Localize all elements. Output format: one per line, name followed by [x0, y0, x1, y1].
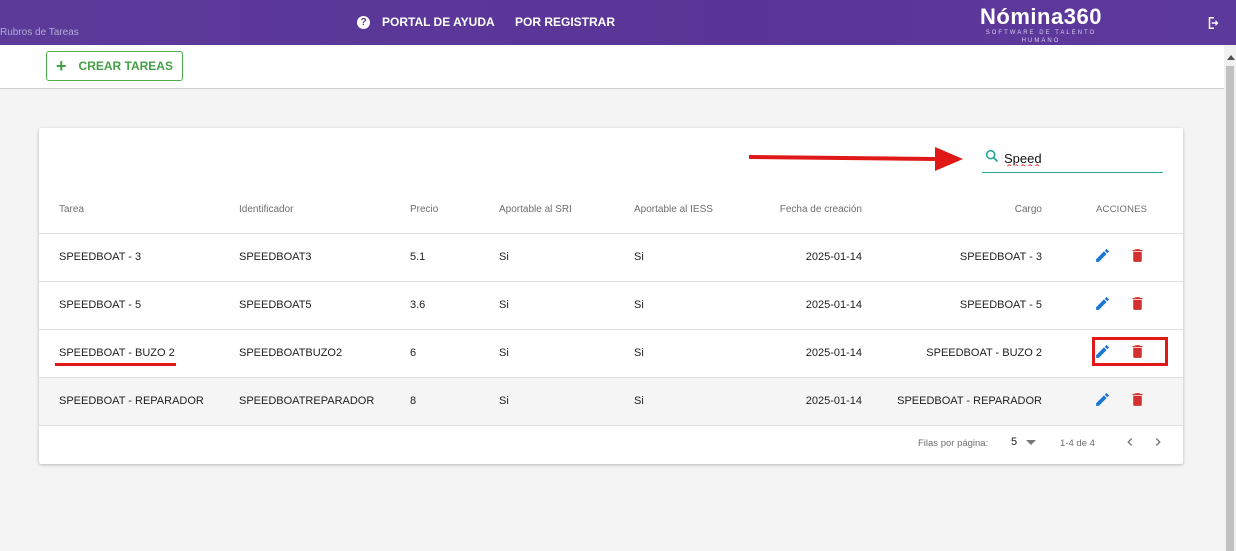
brand-logo: Nómina360 SOFTWARE DE TALENTO HUMANO — [965, 5, 1117, 45]
rows-per-page-value: 5 — [1011, 436, 1018, 448]
cell-acciones — [1042, 233, 1183, 282]
cell-tarea: SPEEDBOAT - REPARADOR — [39, 377, 239, 426]
logout-icon[interactable] — [1205, 14, 1223, 32]
help-circle-icon: ? — [357, 15, 370, 29]
pencil-icon[interactable] — [1094, 391, 1111, 408]
help-portal-label: PORTAL DE AYUDA — [382, 15, 495, 29]
table-row[interactable]: SPEEDBOAT - 5 SPEEDBOAT5 3.6 Si Si 2025-… — [39, 281, 1183, 330]
table-pagination: Filas por página: 5 1-4 de 4 — [39, 426, 1183, 462]
top-navbar: Rubros de Tareas ? PORTAL DE AYUDA POR R… — [0, 0, 1236, 45]
breadcrumb: Rubros de Tareas — [0, 27, 79, 38]
table-row[interactable]: SPEEDBOAT - BUZO 2 SPEEDBOATBUZO2 6 Si S… — [39, 329, 1183, 378]
cell-sri: Si — [499, 281, 634, 330]
cell-sri: Si — [499, 233, 634, 282]
cell-cargo: SPEEDBOAT - BUZO 2 — [862, 329, 1042, 378]
cell-fecha: 2025-01-14 — [750, 377, 862, 426]
col-header-iess[interactable]: Aportable al IESS — [634, 186, 750, 234]
cell-identificador: SPEEDBOATREPARADOR — [239, 377, 410, 426]
col-header-fecha[interactable]: Fecha de creación — [750, 186, 862, 234]
help-portal-link[interactable]: ? PORTAL DE AYUDA — [357, 15, 495, 29]
cell-precio: 3.6 — [410, 281, 499, 330]
chevron-down-icon — [1026, 439, 1037, 445]
scroll-up-arrow-icon[interactable] — [1227, 55, 1235, 60]
cell-fecha: 2025-01-14 — [750, 281, 862, 330]
search-icon — [985, 149, 998, 162]
trash-icon[interactable] — [1129, 391, 1146, 408]
col-header-acciones: ACCIONES — [1042, 186, 1183, 234]
pencil-icon[interactable] — [1094, 247, 1111, 264]
search-input[interactable] — [1004, 149, 1154, 167]
chevron-right-icon[interactable] — [1151, 435, 1165, 449]
annotation-arrow-icon — [749, 147, 963, 171]
trash-icon[interactable] — [1129, 247, 1146, 264]
cell-cargo: SPEEDBOAT - 3 — [862, 233, 1042, 282]
cell-tarea: SPEEDBOAT - 5 — [39, 281, 239, 330]
col-header-sri[interactable]: Aportable al SRI — [499, 186, 634, 234]
cell-iess: Si — [634, 377, 750, 426]
cell-fecha: 2025-01-14 — [750, 233, 862, 282]
scrollbar-thumb[interactable] — [1226, 66, 1234, 551]
page-scrollbar[interactable] — [1224, 45, 1236, 551]
cell-identificador: SPEEDBOAT5 — [239, 281, 410, 330]
trash-icon[interactable] — [1129, 295, 1146, 312]
annotation-highlight-box — [1092, 337, 1168, 366]
search-field[interactable] — [982, 146, 1163, 173]
cell-cargo: SPEEDBOAT - REPARADOR — [862, 377, 1042, 426]
cell-identificador: SPEEDBOATBUZO2 — [239, 329, 410, 378]
cell-acciones — [1042, 377, 1183, 426]
cell-sri: Si — [499, 329, 634, 378]
col-header-precio[interactable]: Precio — [410, 186, 499, 234]
logo-title: Nómina360 — [980, 4, 1102, 29]
cell-sri: Si — [499, 377, 634, 426]
tasks-table-card: Tarea Identificador Precio Aportable al … — [39, 128, 1183, 464]
toolbar: + CREAR TAREAS — [0, 45, 1224, 89]
cell-tarea: SPEEDBOAT - BUZO 2 — [39, 329, 239, 378]
annotation-underline — [55, 363, 176, 366]
cell-iess: Si — [634, 329, 750, 378]
cell-precio: 6 — [410, 329, 499, 378]
cell-iess: Si — [634, 233, 750, 282]
cell-tarea: SPEEDBOAT - 3 — [39, 233, 239, 282]
col-header-cargo[interactable]: Cargo — [862, 186, 1042, 234]
pencil-icon[interactable] — [1094, 295, 1111, 312]
cell-precio: 5.1 — [410, 233, 499, 282]
create-tasks-button[interactable]: + CREAR TAREAS — [46, 51, 183, 81]
cell-precio: 8 — [410, 377, 499, 426]
plus-icon: + — [56, 56, 67, 76]
tasks-table: Tarea Identificador Precio Aportable al … — [39, 186, 1183, 426]
cell-identificador: SPEEDBOAT3 — [239, 233, 410, 282]
col-header-tarea[interactable]: Tarea — [39, 186, 239, 234]
table-row[interactable]: SPEEDBOAT - 3 SPEEDBOAT3 5.1 Si Si 2025-… — [39, 233, 1183, 282]
table-header-row: Tarea Identificador Precio Aportable al … — [39, 186, 1183, 234]
pagination-range: 1-4 de 4 — [1060, 438, 1095, 449]
cell-acciones — [1042, 281, 1183, 330]
create-tasks-label: CREAR TAREAS — [78, 59, 173, 73]
rows-per-page-select[interactable]: 5 — [1011, 436, 1037, 448]
rows-per-page-label: Filas por página: — [918, 438, 989, 449]
col-header-identificador[interactable]: Identificador — [239, 186, 410, 234]
logo-subtitle: SOFTWARE DE TALENTO HUMANO — [985, 30, 1097, 44]
chevron-left-icon[interactable] — [1123, 435, 1137, 449]
cell-cargo: SPEEDBOAT - 5 — [862, 281, 1042, 330]
cell-fecha: 2025-01-14 — [750, 329, 862, 378]
table-row[interactable]: SPEEDBOAT - REPARADOR SPEEDBOATREPARADOR… — [39, 377, 1183, 426]
cell-iess: Si — [634, 281, 750, 330]
pending-registration-link[interactable]: POR REGISTRAR — [515, 15, 615, 29]
